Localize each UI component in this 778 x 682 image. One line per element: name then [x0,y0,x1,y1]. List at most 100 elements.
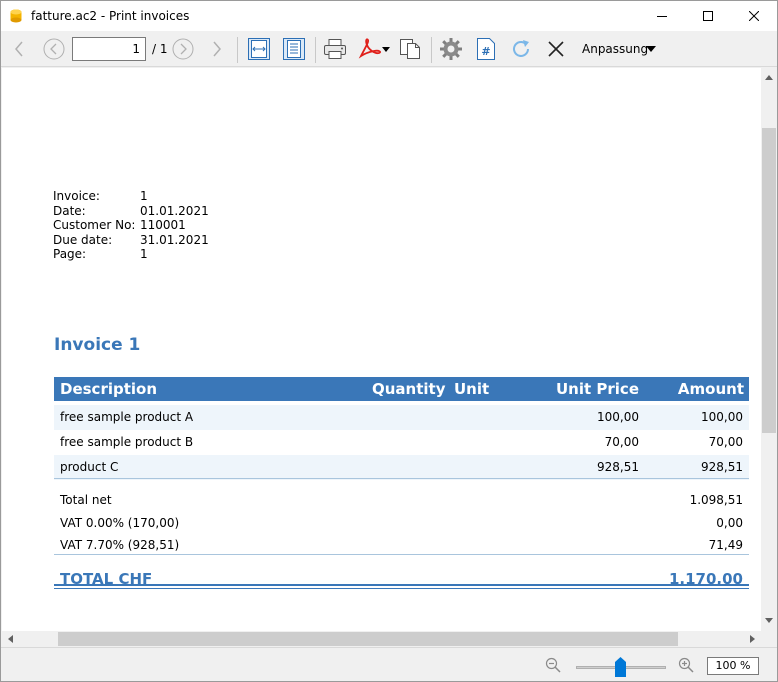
fit-width-icon [248,38,270,60]
fit-page-icon [283,38,305,60]
table-row: free sample product B 70,00 70,00 [54,430,749,455]
settings-button[interactable] [437,35,465,63]
zoom-percentage-field[interactable]: 100 % [707,657,759,675]
meta-label: Date: [53,203,86,218]
item-amount: 928,51 [701,460,743,474]
zoom-mode-dropdown[interactable]: Anpassung [582,42,648,56]
hash-document-icon: # [477,38,495,60]
svg-text:#: # [481,45,490,58]
window-title: fatture.ac2 - Print invoices [31,9,190,23]
meta-label: Due date: [53,232,113,247]
table-header: Description Quantity Unit Unit Price Amo… [54,377,749,401]
close-icon [548,41,564,57]
fit-page-button[interactable] [280,35,308,63]
copy-button[interactable] [396,35,424,63]
meta-value: 31.01.2021 [140,232,209,247]
zoom-in-icon[interactable] [678,657,694,673]
refresh-icon [513,40,529,57]
toolbar-separator [315,37,316,63]
horizontal-scroll-thumb[interactable] [58,632,678,646]
page-total-label: / 1 [152,42,168,56]
previous-page-button[interactable] [41,35,67,63]
vertical-scroll-thumb[interactable] [762,128,776,433]
meta-value: 1 [140,189,148,203]
item-amount: 100,00 [701,410,743,424]
scroll-up-icon[interactable] [765,75,773,80]
grand-total-underline [54,584,749,586]
item-unit-price: 100,00 [597,410,639,424]
export-pdf-button[interactable] [357,35,393,63]
close-icon [749,11,759,21]
meta-value: 1 [140,247,148,262]
print-preview-page: Invoice: 1 Date: 01.01.2021 Customer No:… [2,68,761,631]
total-value: 71,49 [708,538,743,552]
previous-button[interactable] [7,35,31,63]
zoom-slider-handle[interactable] [615,657,626,677]
pdf-icon [358,38,390,59]
total-value: 1.098,51 [689,493,743,507]
toolbar: 1 / 1 # Anpassung [1,31,777,67]
title-bar: fatture.ac2 - Print invoices [1,1,777,31]
grand-total-underline [54,588,749,589]
invoice-meta: Invoice: 1 Date: 01.01.2021 Customer No:… [53,189,209,262]
meta-row: Due date: 31.01.2021 [53,233,209,248]
scroll-right-icon[interactable] [750,635,755,643]
meta-row: Invoice: 1 [53,189,209,204]
total-label: VAT 0.00% (170,00) [60,516,180,530]
table-row: product C 928,51 928,51 [54,455,749,480]
table-row: free sample product A 100,00 100,00 [54,405,749,430]
horizontal-scrollbar[interactable] [2,631,761,647]
column-header-unit-price: Unit Price [556,380,639,398]
scroll-down-icon[interactable] [765,618,773,623]
vertical-scrollbar[interactable] [761,68,777,631]
item-description: free sample product B [60,435,194,449]
item-description: product C [60,460,119,474]
table-divider [54,478,749,479]
total-value: 0,00 [716,516,743,530]
close-preview-button[interactable] [543,35,569,63]
total-label: VAT 7.70% (928,51) [60,538,180,552]
invoice-title: Invoice 1 [54,335,141,355]
maximize-icon [703,11,713,21]
item-unit-price: 928,51 [597,460,639,474]
meta-label: Customer No: [53,218,136,233]
item-unit-price: 70,00 [604,435,639,449]
gear-icon [440,38,462,60]
copy-icon [400,39,420,59]
grand-total-row: TOTAL CHF 1.170,00 [54,568,749,590]
meta-label: Invoice: [53,189,100,203]
zoom-out-icon[interactable] [545,657,561,673]
column-header-unit: Unit [454,380,490,398]
maximize-button[interactable] [685,1,731,31]
status-bar: 100 % [1,647,777,681]
column-header-amount: Amount [677,380,744,398]
scroll-left-icon[interactable] [8,635,13,643]
refresh-button[interactable] [507,35,535,63]
meta-label: Page: [53,247,87,262]
meta-value: 01.01.2021 [140,203,209,218]
page-number-input[interactable]: 1 [72,37,146,61]
close-window-button[interactable] [731,1,777,31]
circle-chevron-left-icon [43,38,65,60]
total-row: Total net 1.098,51 [54,490,749,512]
app-database-icon [10,9,22,23]
total-label: Total net [60,493,112,507]
next-button[interactable] [205,35,229,63]
minimize-button[interactable] [639,1,685,31]
scrollbar-corner [761,631,777,647]
chevron-down-icon[interactable] [646,46,656,52]
print-button[interactable] [321,35,349,63]
item-description: free sample product A [60,410,194,424]
meta-row: Page: 1 [53,247,209,262]
printer-icon [324,39,346,59]
minimize-icon [657,16,667,17]
page-numbering-button[interactable]: # [472,35,500,63]
meta-row: Customer No: 110001 [53,218,209,233]
column-header-description: Description [60,380,158,398]
fit-width-button[interactable] [245,35,273,63]
toolbar-separator [431,37,432,63]
meta-value: 110001 [140,218,186,233]
circle-chevron-right-icon [172,38,194,60]
next-page-button[interactable] [170,35,196,63]
table-divider [54,554,749,555]
